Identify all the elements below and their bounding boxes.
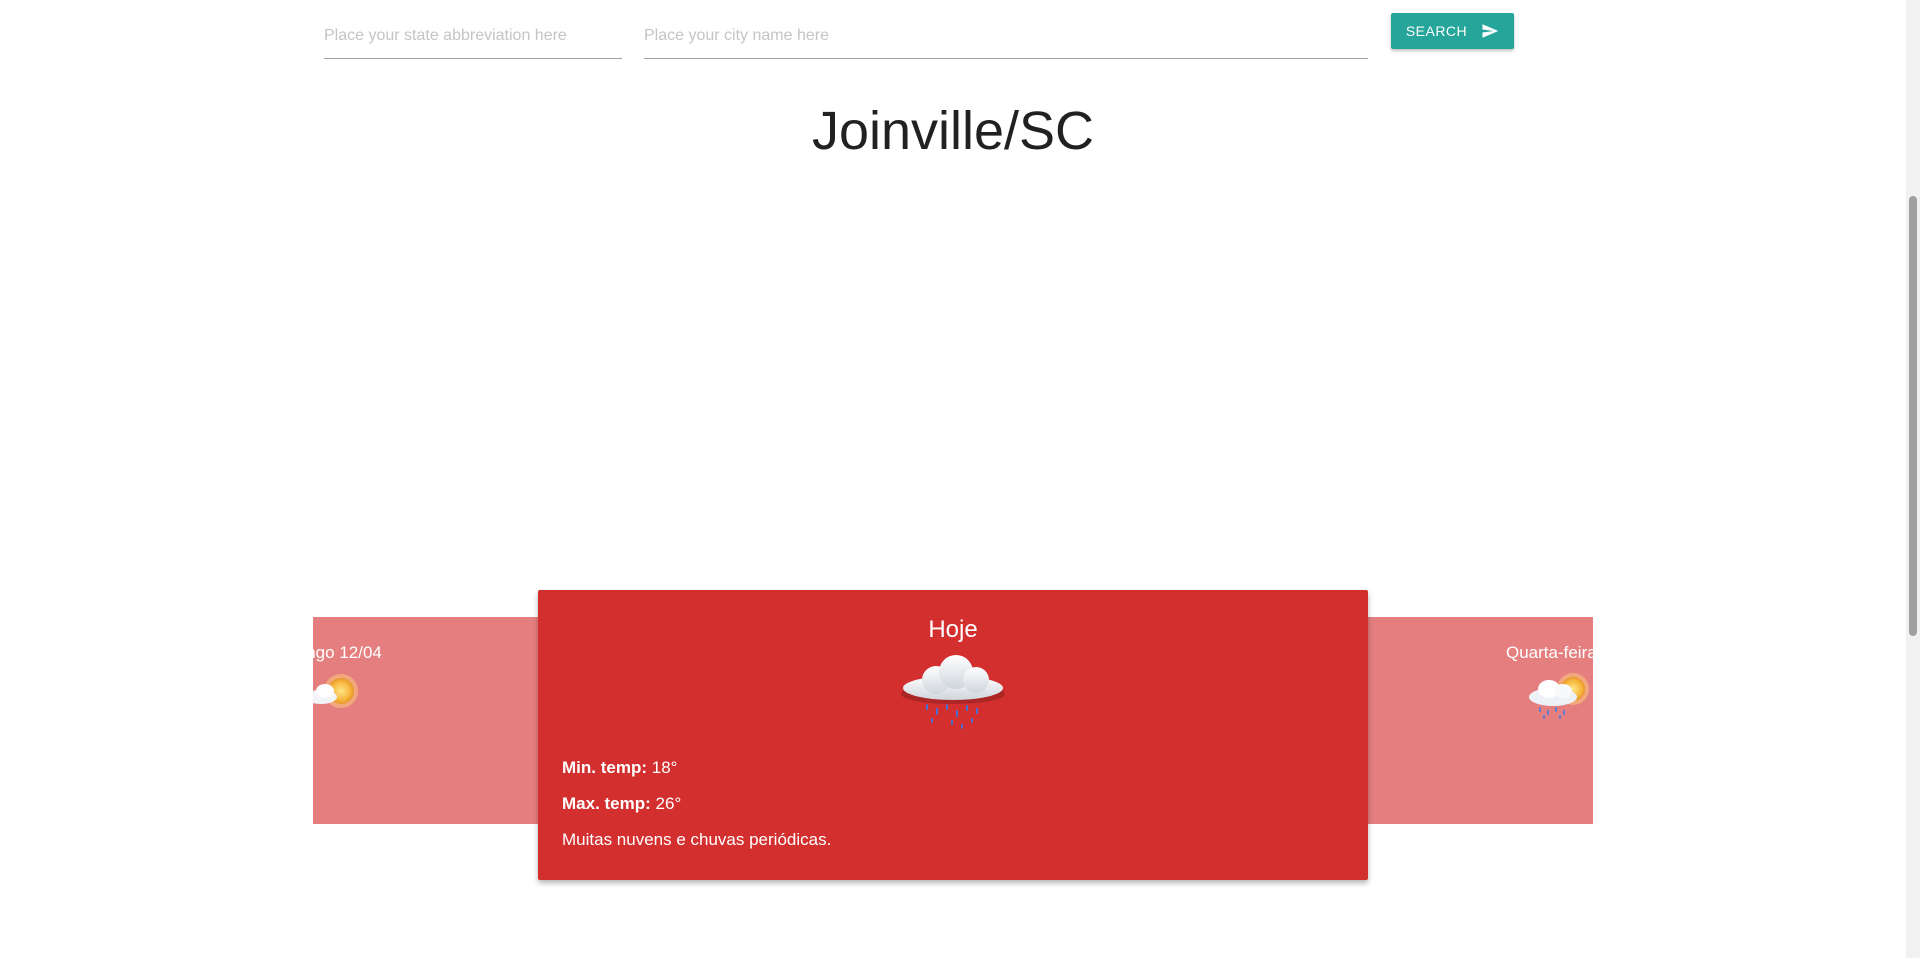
- min-temp-label: Min. temp:: [562, 758, 647, 777]
- state-field[interactable]: [324, 14, 622, 59]
- min-temp-row: Min. temp: 18°: [562, 758, 677, 778]
- city-title: Joinville/SC: [811, 101, 1095, 161]
- rain-cloud-icon: [901, 655, 1005, 729]
- forecast-carousel[interactable]: ningo 12/04 Quarta-feira 0: [313, 590, 1593, 890]
- scrollbar-thumb[interactable]: [1909, 196, 1917, 636]
- max-temp-row: Max. temp: 26°: [562, 794, 681, 814]
- city-field[interactable]: [644, 14, 1368, 59]
- min-temp-value: 18°: [651, 758, 678, 777]
- max-temp-value: 26°: [655, 794, 682, 813]
- search-button-label: SEARCH: [1405, 23, 1468, 39]
- forecast-card-today[interactable]: Hoje Min. temp: 18° Max. temp: 26° Muita…: [538, 590, 1368, 880]
- forecast-card-day: ningo 12/04: [313, 643, 382, 662]
- forecast-card-day: Quarta-feira 0: [1506, 643, 1593, 662]
- max-temp-label: Max. temp:: [562, 794, 651, 813]
- sun-cloud-rain-icon: [1529, 673, 1589, 719]
- forecast-card-next[interactable]: Quarta-feira 0: [1358, 617, 1593, 824]
- state-input[interactable]: [324, 14, 622, 58]
- send-icon: [1482, 24, 1499, 38]
- forecast-card-title: Hoje: [928, 616, 978, 643]
- weather-description: Muitas nuvens e chuvas periódicas.: [562, 830, 832, 849]
- vertical-scrollbar[interactable]: [1906, 0, 1920, 958]
- sun-cloud-icon: [313, 674, 358, 708]
- forecast-card-previous[interactable]: ningo 12/04: [313, 617, 543, 824]
- weather-page: SEARCH Joinville/SC ningo 12/04: [0, 0, 1920, 958]
- city-input[interactable]: [644, 14, 1368, 58]
- search-button[interactable]: SEARCH: [1391, 13, 1514, 49]
